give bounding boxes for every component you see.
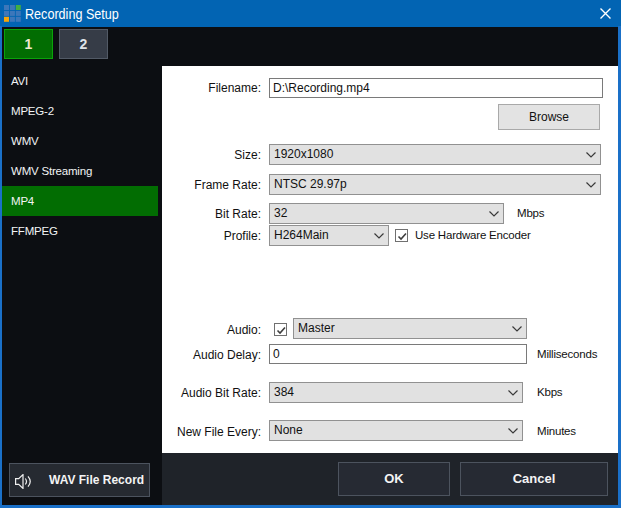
bit-rate-value: 32 — [274, 206, 287, 220]
audio-bit-rate-unit: Kbps — [537, 386, 562, 398]
checkmark-icon — [396, 230, 409, 243]
frame-rate-select[interactable]: NTSC 29.97p — [269, 174, 601, 195]
size-select[interactable]: 1920x1080 — [269, 144, 601, 165]
vmix-logo-icon — [4, 5, 21, 22]
wav-file-record-label: WAV File Record — [49, 473, 144, 487]
hardware-encoder-label: Use Hardware Encoder — [415, 229, 531, 241]
format-item-mp4[interactable]: MP4 — [2, 186, 158, 216]
browse-button[interactable]: Browse — [498, 104, 600, 130]
audio-delay-input[interactable]: 0 — [269, 344, 527, 364]
format-item-mpeg2[interactable]: MPEG-2 — [2, 96, 158, 126]
new-file-every-unit: Minutes — [537, 425, 576, 437]
new-file-every-value: None — [274, 423, 303, 437]
audio-delay-unit: Milliseconds — [537, 348, 597, 360]
bit-rate-label: Bit Rate: — [160, 207, 261, 221]
audio-value: Master — [298, 321, 335, 335]
new-file-every-select[interactable]: None — [269, 420, 523, 441]
profile-select[interactable]: H264Main — [269, 225, 389, 246]
cancel-button[interactable]: Cancel — [460, 462, 608, 496]
audio-delay-label: Audio Delay: — [160, 348, 261, 362]
frame-rate-label: Frame Rate: — [160, 178, 261, 192]
filename-input[interactable]: D:\Recording.mp4 — [269, 78, 603, 98]
size-value: 1920x1080 — [274, 147, 333, 161]
window-border-left — [0, 26, 2, 508]
profile-value: H264Main — [274, 228, 329, 242]
audio-select[interactable]: Master — [293, 318, 527, 339]
audio-label: Audio: — [160, 323, 261, 337]
frame-rate-value: NTSC 29.97p — [274, 177, 347, 191]
format-item-ffmpeg[interactable]: FFMPEG — [2, 216, 158, 246]
chevron-down-icon — [374, 233, 384, 239]
speaker-icon — [15, 474, 32, 489]
ok-button[interactable]: OK — [338, 462, 450, 496]
bit-rate-select[interactable]: 32 — [269, 203, 504, 224]
format-item-avi[interactable]: AVI — [2, 66, 158, 96]
chevron-down-icon — [508, 390, 518, 396]
chevron-down-icon — [508, 428, 518, 434]
hardware-encoder-checkbox[interactable] — [395, 229, 408, 242]
format-item-wmv[interactable]: WMV — [2, 126, 158, 156]
size-label: Size: — [160, 148, 261, 162]
new-file-every-label: New File Every: — [160, 425, 261, 439]
close-button[interactable] — [592, 0, 618, 26]
tab-1[interactable]: 1 — [4, 29, 53, 59]
chevron-down-icon — [489, 211, 499, 217]
recording-setup-dialog: Recording Setup 1 2 AVI MPEG-2 WMV WMV S… — [0, 0, 621, 508]
checkmark-icon — [275, 324, 288, 337]
format-list: AVI MPEG-2 WMV WMV Streaming MP4 FFMPEG — [2, 66, 158, 246]
window-title: Recording Setup — [25, 0, 119, 27]
bit-rate-unit: Mbps — [517, 207, 544, 219]
filename-label: Filename: — [160, 81, 261, 95]
audio-checkbox[interactable] — [274, 323, 287, 336]
wav-file-record-button[interactable]: WAV File Record — [9, 463, 150, 497]
audio-bit-rate-label: Audio Bit Rate: — [160, 386, 261, 400]
format-item-wmv-streaming[interactable]: WMV Streaming — [2, 156, 158, 186]
tab-2[interactable]: 2 — [59, 29, 108, 59]
profile-label: Profile: — [160, 229, 261, 243]
title-bar: Recording Setup — [0, 0, 621, 27]
audio-bit-rate-select[interactable]: 384 — [269, 382, 523, 403]
chevron-down-icon — [586, 152, 596, 158]
audio-bit-rate-value: 384 — [274, 385, 294, 399]
chevron-down-icon — [586, 182, 596, 188]
chevron-down-icon — [512, 326, 522, 332]
close-icon — [600, 8, 611, 19]
